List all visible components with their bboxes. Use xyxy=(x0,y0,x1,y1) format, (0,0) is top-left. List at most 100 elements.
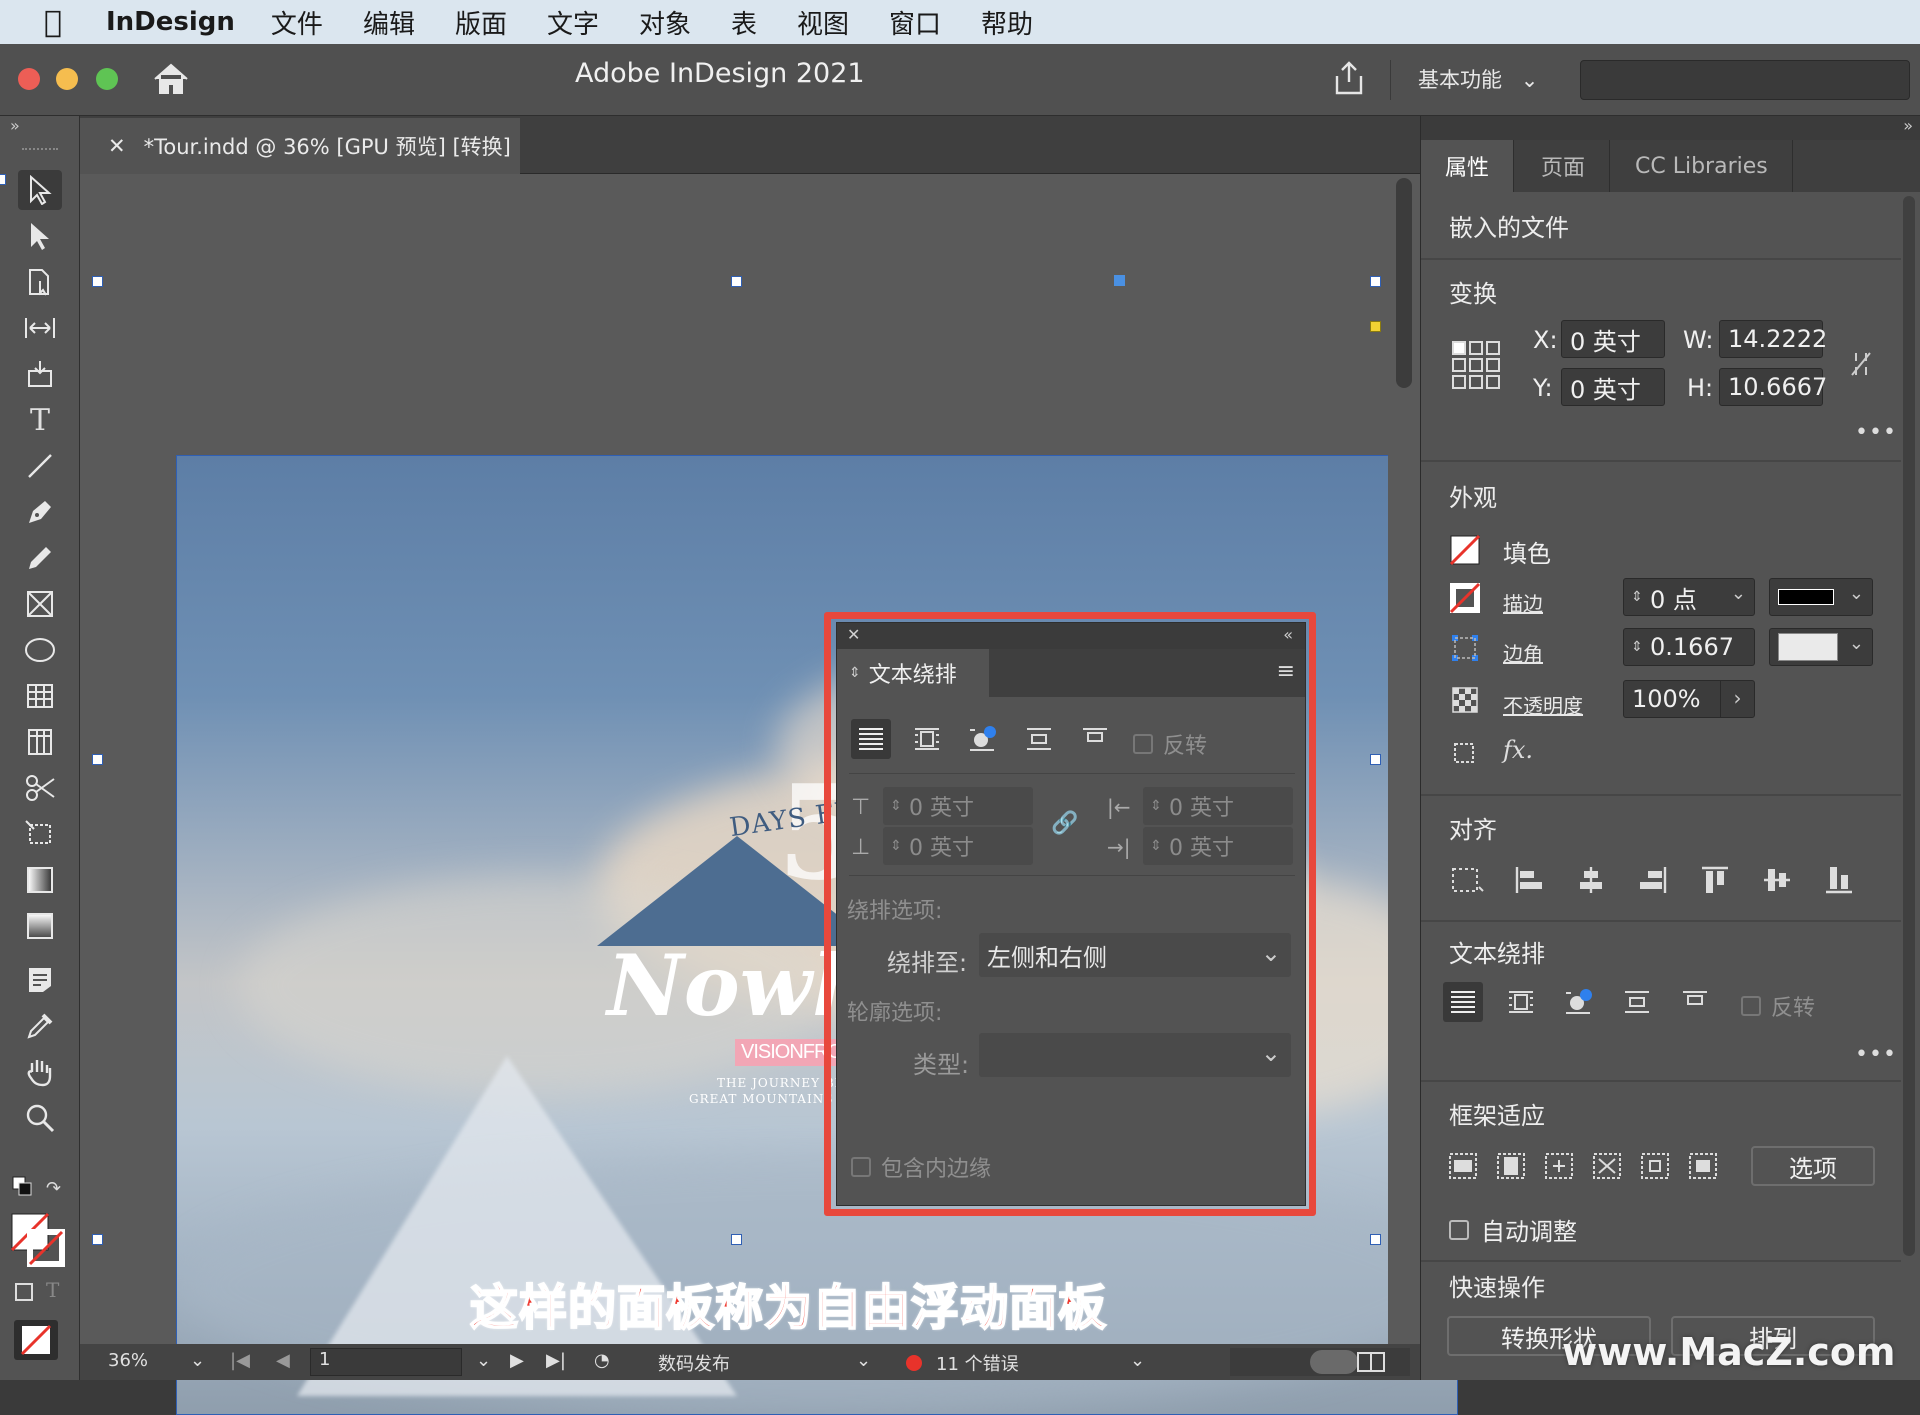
expand-toolbar-icon[interactable]: » xyxy=(10,116,20,135)
wrap-object-shape-icon[interactable] xyxy=(963,719,1003,759)
tab-toggle-icon[interactable]: ⇕ xyxy=(849,665,861,681)
stroke-swatch-icon[interactable] xyxy=(1445,578,1485,618)
search-input[interactable] xyxy=(1580,60,1910,100)
workspace-switcher[interactable]: 基本功能 ⌄ xyxy=(1418,64,1538,94)
selection-handle-br[interactable] xyxy=(1370,1234,1381,1245)
fx-icon[interactable]: fx. xyxy=(1503,736,1533,764)
toolbar-grip[interactable] xyxy=(22,148,58,152)
stroke-weight-field[interactable]: ⇕ 0 点 ⌄ xyxy=(1623,578,1755,616)
contour-type-select[interactable]: ⌄ xyxy=(979,1033,1291,1077)
home-icon[interactable] xyxy=(152,62,190,96)
stroke-label[interactable]: 描边 xyxy=(1503,588,1543,617)
line-tool-icon[interactable] xyxy=(18,446,62,486)
top-offset-field[interactable]: ⇕ 0 英寸 xyxy=(883,787,1033,825)
live-corner-handle[interactable] xyxy=(1370,321,1381,332)
corner-label[interactable]: 边角 xyxy=(1503,638,1543,667)
canvas-vertical-scrollbar[interactable] xyxy=(1388,174,1420,1344)
rp-jump-object-icon[interactable] xyxy=(1617,982,1657,1022)
rectangle-frame-tool-icon[interactable] xyxy=(18,584,62,624)
panel-title-bar[interactable]: ✕ « xyxy=(837,623,1305,649)
panel-menu-icon[interactable]: ≡ xyxy=(1277,659,1295,684)
center-content-icon[interactable] xyxy=(1635,1146,1675,1186)
direct-selection-tool-icon[interactable] xyxy=(18,216,62,256)
chevron-down-icon[interactable]: ⌄ xyxy=(190,1350,205,1371)
fill-swatch-icon[interactable] xyxy=(1445,530,1485,570)
wrap-to-select[interactable]: 左侧和右侧 ⌄ xyxy=(979,933,1291,977)
gradient-feather-tool-icon[interactable] xyxy=(18,906,62,946)
menu-window[interactable]: 窗口 xyxy=(889,4,941,41)
text-wrap-tab[interactable]: ⇕ 文本绕排 xyxy=(837,649,989,697)
fit-content-to-frame-icon[interactable] xyxy=(1587,1146,1627,1186)
table-tool-icon[interactable] xyxy=(18,676,62,716)
align-vertical-center-icon[interactable] xyxy=(1757,860,1797,900)
close-panel-icon[interactable]: ✕ xyxy=(847,625,860,644)
default-colors-icon[interactable] xyxy=(12,1176,32,1196)
apple-icon[interactable]:  xyxy=(0,5,106,40)
corner-shape-select[interactable]: ⌄ xyxy=(1769,628,1873,666)
pen-tool-icon[interactable] xyxy=(18,492,62,532)
chevron-right-icon[interactable]: › xyxy=(1720,681,1754,717)
ellipse-tool-icon[interactable] xyxy=(18,630,62,670)
tab-properties[interactable]: 属性 xyxy=(1421,140,1515,192)
gap-tool-icon[interactable] xyxy=(18,308,62,348)
content-collector-icon[interactable] xyxy=(18,354,62,394)
first-page-icon[interactable]: |◀ xyxy=(230,1350,250,1371)
chevron-down-icon[interactable]: ⌄ xyxy=(1130,1350,1145,1371)
fill-frame-proportionally-icon[interactable] xyxy=(1443,1146,1483,1186)
align-bottom-icon[interactable] xyxy=(1819,860,1859,900)
jump-next-column-icon[interactable] xyxy=(1075,719,1115,759)
zoom-level[interactable]: 36% xyxy=(108,1350,148,1371)
stroke-type-select[interactable]: ⌄ xyxy=(1769,578,1873,616)
invert-checkbox[interactable]: 反转 xyxy=(1133,728,1207,760)
opacity-label[interactable]: 不透明度 xyxy=(1503,690,1583,719)
selection-handle-ml[interactable] xyxy=(92,754,103,765)
menu-edit[interactable]: 编辑 xyxy=(363,4,415,41)
selection-handle-bl[interactable] xyxy=(92,1234,103,1245)
rp-wrap-object-shape-icon[interactable] xyxy=(1559,982,1599,1022)
frame-fitting-options-button[interactable]: 选项 xyxy=(1751,1146,1875,1186)
close-tab-icon[interactable]: ✕ xyxy=(108,134,126,158)
fit-frame-to-content-icon[interactable] xyxy=(1539,1146,1579,1186)
preflight-icon[interactable]: ◔ xyxy=(594,1350,610,1371)
chevron-down-icon[interactable]: ⌄ xyxy=(856,1350,871,1371)
reference-point-icon[interactable] xyxy=(1449,338,1503,392)
selection-handle-bc[interactable] xyxy=(731,1234,742,1245)
hand-tool-icon[interactable] xyxy=(18,1052,62,1092)
preflight-errors[interactable]: 11 个错误 xyxy=(936,1350,1019,1376)
right-offset-field[interactable]: ⇕ 0 英寸 xyxy=(1143,827,1293,865)
corner-options-icon[interactable] xyxy=(1445,628,1485,668)
preflight-profile[interactable]: 数码发布 xyxy=(658,1350,730,1376)
close-window-button[interactable] xyxy=(18,68,40,90)
menu-app-name[interactable]: InDesign xyxy=(106,7,235,37)
page-tool-icon[interactable] xyxy=(18,262,62,302)
content-aware-fit-icon[interactable] xyxy=(1683,1146,1723,1186)
note-tool-icon[interactable] xyxy=(18,960,62,1000)
menu-table[interactable]: 表 xyxy=(731,4,757,41)
next-page-icon[interactable]: ▶ xyxy=(510,1350,524,1371)
object-effects-icon[interactable] xyxy=(1445,734,1485,774)
x-field[interactable]: 0 英寸 xyxy=(1561,320,1665,358)
canvas-scroll-thumb[interactable] xyxy=(1396,178,1412,388)
more-text-wrap-icon[interactable]: ••• xyxy=(1855,1042,1897,1067)
menu-view[interactable]: 视图 xyxy=(797,4,849,41)
content-grabber-handle[interactable] xyxy=(1114,275,1125,286)
document-tab[interactable]: ✕ *Tour.indd @ 36% [GPU 预览] [转换] xyxy=(80,118,520,174)
collapse-panel-icon[interactable]: « xyxy=(1283,625,1293,644)
floating-text-wrap-panel[interactable]: ✕ « ⇕ 文本绕排 ≡ 反转 ⊤ ⇕ 0 英寸 ⊥ ⇕ 0 英寸 🔗 |← ⇕ 0 … xyxy=(836,622,1306,1206)
rp-invert-checkbox[interactable]: 反转 xyxy=(1741,990,1815,1022)
grid-tool-icon[interactable] xyxy=(18,722,62,762)
properties-scrollbar[interactable] xyxy=(1899,196,1919,1256)
h-field[interactable]: 10.6667 xyxy=(1719,368,1827,406)
rp-jump-next-column-icon[interactable] xyxy=(1675,982,1715,1022)
rp-wrap-bounding-box-icon[interactable] xyxy=(1501,982,1541,1022)
align-to-selection-icon[interactable] xyxy=(1447,860,1487,900)
share-icon[interactable] xyxy=(1332,60,1366,96)
jump-object-icon[interactable] xyxy=(1019,719,1059,759)
rp-no-wrap-icon[interactable] xyxy=(1443,982,1483,1022)
fit-content-proportionally-icon[interactable] xyxy=(1491,1146,1531,1186)
horizontal-scroll-thumb[interactable] xyxy=(1310,1350,1358,1374)
align-left-icon[interactable] xyxy=(1509,860,1549,900)
chevron-down-icon[interactable]: ⌄ xyxy=(476,1350,491,1371)
include-inside-edges-checkbox[interactable]: 包含内边缘 xyxy=(851,1151,991,1183)
constrain-proportions-icon[interactable] xyxy=(1841,344,1881,384)
